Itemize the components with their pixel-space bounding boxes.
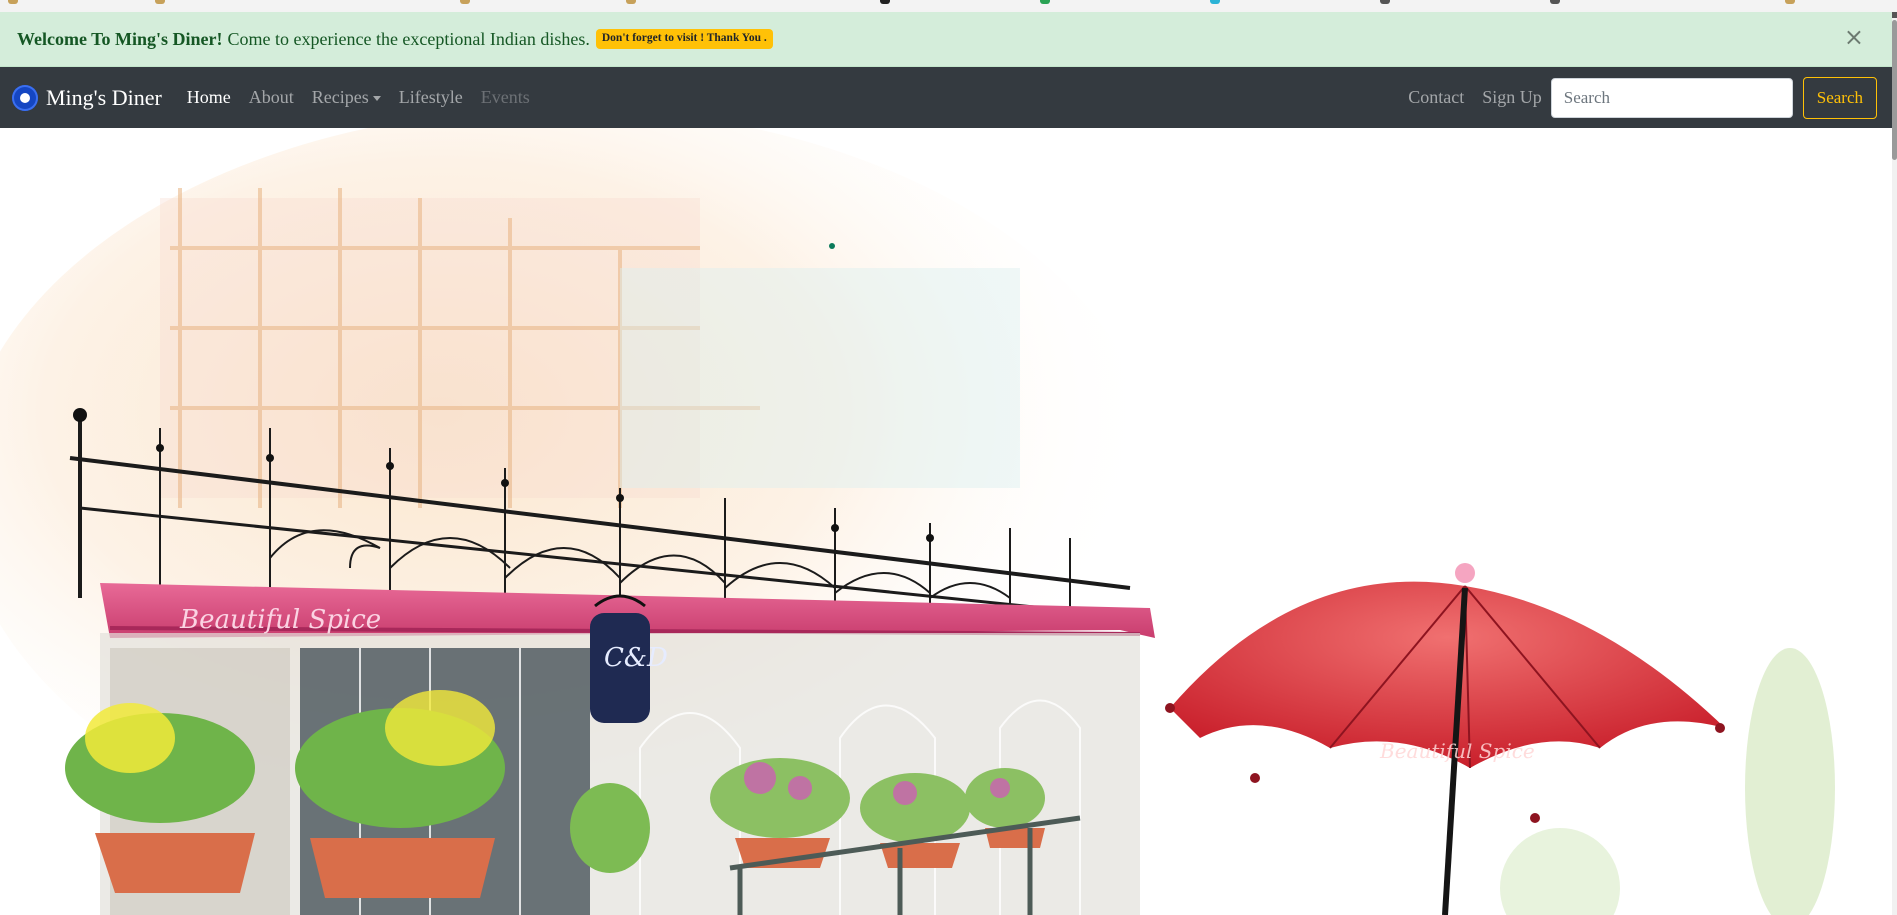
close-icon[interactable]: × bbox=[1844, 25, 1864, 49]
scrollbar-thumb[interactable] bbox=[1892, 20, 1897, 160]
alert-title: Welcome To Ming's Diner! bbox=[17, 28, 223, 49]
nav-about[interactable]: About bbox=[240, 87, 303, 108]
alert-message: Come to experience the exceptional India… bbox=[227, 28, 590, 49]
caret-down-icon bbox=[372, 96, 381, 102]
brand-name: Ming's Diner bbox=[46, 84, 162, 110]
nav-right: Contact Sign Up Search bbox=[1399, 67, 1892, 128]
awning-text: Beautiful Spice bbox=[179, 605, 381, 635]
search-button[interactable]: Search bbox=[1802, 76, 1877, 119]
scrollbar[interactable] bbox=[1892, 12, 1897, 915]
nav-links: Home About Recipes Lifestyle Events bbox=[178, 87, 539, 108]
cafe-illustration: Beautiful Spice C&D Beautiful Spice bbox=[0, 128, 1835, 915]
nav-recipes-label: Recipes bbox=[311, 87, 369, 107]
nav-contact[interactable]: Contact bbox=[1399, 87, 1473, 108]
alert-badge: Don't forget to visit ! Thank You . bbox=[595, 29, 773, 49]
brand-link[interactable]: Ming's Diner bbox=[12, 84, 162, 111]
nav-signup[interactable]: Sign Up bbox=[1473, 87, 1551, 108]
nav-events: Events bbox=[480, 87, 530, 107]
nav-home[interactable]: Home bbox=[178, 87, 240, 108]
navbar: Ming's Diner Home About Recipes Lifestyl… bbox=[0, 67, 1892, 128]
scroll-up-icon[interactable] bbox=[1892, 12, 1897, 18]
hero-illustration: Beautiful Spice C&D Beautiful Spice bbox=[0, 128, 1892, 915]
welcome-alert: Welcome To Ming's Diner! Come to experie… bbox=[0, 12, 1892, 67]
hanging-sign-text: C&D bbox=[604, 643, 668, 673]
nav-recipes-dropdown[interactable]: Recipes bbox=[303, 87, 390, 108]
plate-logo-icon bbox=[12, 84, 38, 111]
bookmark-strip bbox=[0, 0, 1897, 12]
umbrella-text: Beautiful Spice bbox=[1379, 739, 1535, 763]
nav-lifestyle[interactable]: Lifestyle bbox=[390, 87, 472, 108]
search-input[interactable] bbox=[1550, 77, 1793, 118]
